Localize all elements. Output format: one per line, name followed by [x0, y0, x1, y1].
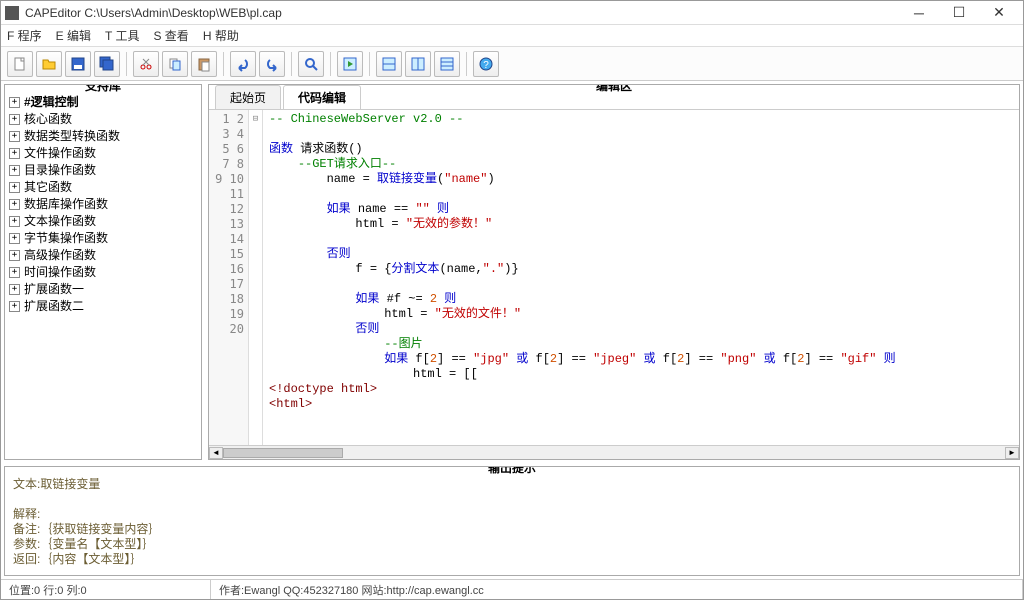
- tab-start[interactable]: 起始页: [215, 85, 281, 109]
- toolbar-separator: [126, 52, 127, 76]
- tree-item[interactable]: + 文本操作函数: [9, 213, 197, 229]
- svg-text:?: ?: [483, 60, 489, 71]
- output-title: 输出提示: [480, 466, 544, 476]
- layout3-button[interactable]: [434, 51, 460, 77]
- menu-help[interactable]: H 帮助: [203, 27, 239, 44]
- expand-icon[interactable]: +: [9, 97, 20, 108]
- expand-icon[interactable]: +: [9, 233, 20, 244]
- tree-item[interactable]: + 其它函数: [9, 179, 197, 195]
- code-text[interactable]: -- ChineseWebServer v2.0 -- 函数 请求函数() --…: [263, 110, 1019, 445]
- toolbar-separator: [291, 52, 292, 76]
- tree-item[interactable]: + 核心函数: [9, 111, 197, 127]
- tree-item-label: 扩展函数二: [24, 298, 84, 314]
- app-icon: [5, 6, 19, 20]
- sidebar-panel: 支持库 + #逻辑控制 + 核心函数 + 数据类型转换函数 + 文件操作函数 + 目录操作函数 + 其…: [4, 84, 202, 460]
- help-button[interactable]: ?: [473, 51, 499, 77]
- editor-title: 编辑区: [588, 84, 640, 94]
- toolbar-separator: [330, 52, 331, 76]
- save-button[interactable]: [65, 51, 91, 77]
- toolbar-separator: [369, 52, 370, 76]
- tree-item-label: 其它函数: [24, 179, 72, 195]
- redo-button[interactable]: [259, 51, 285, 77]
- save-all-button[interactable]: [94, 51, 120, 77]
- layout2-button[interactable]: [405, 51, 431, 77]
- sidebar-title: 支持库: [77, 84, 129, 94]
- menu-file[interactable]: F 程序: [7, 27, 42, 44]
- toolbar-separator: [466, 52, 467, 76]
- tree-item-label: 数据类型转换函数: [24, 128, 120, 144]
- code-area[interactable]: 1 2 3 4 5 6 7 8 9 10 11 12 13 14 15 16 1…: [209, 109, 1019, 445]
- status-position: 位置:0 行:0 列:0: [1, 580, 211, 599]
- tab-code[interactable]: 代码编辑: [283, 85, 361, 109]
- fold-gutter[interactable]: ⊟: [249, 110, 263, 445]
- tree-item[interactable]: + 时间操作函数: [9, 264, 197, 280]
- open-file-button[interactable]: [36, 51, 62, 77]
- cut-button[interactable]: [133, 51, 159, 77]
- layout1-button[interactable]: [376, 51, 402, 77]
- status-author: 作者:Ewangl QQ:452327180 网站:http://cap.ewa…: [211, 580, 1023, 599]
- expand-icon[interactable]: +: [9, 182, 20, 193]
- toolbar-separator: [223, 52, 224, 76]
- expand-icon[interactable]: +: [9, 250, 20, 261]
- library-tree[interactable]: +#逻辑控制+核心函数+数据类型转换函数+文件操作函数+目录操作函数+其它函数+…: [5, 85, 201, 459]
- copy-button[interactable]: [162, 51, 188, 77]
- tree-item-label: 字节集操作函数: [24, 230, 108, 246]
- tree-item-label: 目录操作函数: [24, 162, 96, 178]
- minimize-button[interactable]: ─: [899, 1, 939, 25]
- tree-item-label: 核心函数: [24, 111, 72, 127]
- menu-edit[interactable]: E 编辑: [56, 27, 91, 44]
- window-title: CAPEditor C:\Users\Admin\Desktop\WEB\pl.…: [25, 6, 899, 20]
- titlebar: CAPEditor C:\Users\Admin\Desktop\WEB\pl.…: [1, 1, 1023, 25]
- expand-icon[interactable]: +: [9, 284, 20, 295]
- expand-icon[interactable]: +: [9, 301, 20, 312]
- expand-icon[interactable]: +: [9, 165, 20, 176]
- output-panel: 输出提示 文本:取链接变量 解释:备注:｛获取链接变量内容｝参数:｛变量名【文本…: [4, 466, 1020, 576]
- output-text: 文本:取链接变量 解释:备注:｛获取链接变量内容｝参数:｛变量名【文本型】｝返回…: [5, 473, 1019, 575]
- search-button[interactable]: [298, 51, 324, 77]
- expand-icon[interactable]: +: [9, 267, 20, 278]
- run-button[interactable]: [337, 51, 363, 77]
- close-button[interactable]: ✕: [979, 1, 1019, 25]
- tree-item[interactable]: + 目录操作函数: [9, 162, 197, 178]
- tree-item[interactable]: + 高级操作函数: [9, 247, 197, 263]
- tree-item[interactable]: + #逻辑控制: [9, 94, 197, 110]
- scroll-right-icon[interactable]: ►: [1005, 447, 1019, 459]
- tree-item[interactable]: + 扩展函数二: [9, 298, 197, 314]
- tree-item-label: 高级操作函数: [24, 247, 96, 263]
- expand-icon[interactable]: +: [9, 216, 20, 227]
- scroll-left-icon[interactable]: ◄: [209, 447, 223, 459]
- undo-button[interactable]: [230, 51, 256, 77]
- maximize-button[interactable]: ☐: [939, 1, 979, 25]
- scroll-thumb[interactable]: [223, 448, 343, 458]
- line-gutter: 1 2 3 4 5 6 7 8 9 10 11 12 13 14 15 16 1…: [209, 110, 249, 445]
- menu-tools[interactable]: T 工具: [105, 27, 139, 44]
- toolbar: ?: [1, 47, 1023, 81]
- statusbar: 位置:0 行:0 列:0 作者:Ewangl QQ:452327180 网站:h…: [1, 579, 1023, 599]
- expand-icon[interactable]: +: [9, 199, 20, 210]
- paste-button[interactable]: [191, 51, 217, 77]
- expand-icon[interactable]: +: [9, 148, 20, 159]
- tree-item[interactable]: + 数据库操作函数: [9, 196, 197, 212]
- new-file-button[interactable]: [7, 51, 33, 77]
- tree-item-label: 文件操作函数: [24, 145, 96, 161]
- tree-item-label: 时间操作函数: [24, 264, 96, 280]
- menu-view[interactable]: S 查看: [153, 27, 188, 44]
- expand-icon[interactable]: +: [9, 131, 20, 142]
- tree-item[interactable]: + 字节集操作函数: [9, 230, 197, 246]
- tree-item[interactable]: + 文件操作函数: [9, 145, 197, 161]
- menubar: F 程序 E 编辑 T 工具 S 查看 H 帮助: [1, 25, 1023, 47]
- editor-panel: 编辑区 起始页 代码编辑 1 2 3 4 5 6 7 8 9 10 11 12 …: [208, 84, 1020, 460]
- editor-hscrollbar[interactable]: ◄ ►: [209, 445, 1019, 459]
- tree-item-label: 扩展函数一: [24, 281, 84, 297]
- main-area: 支持库 + #逻辑控制 + 核心函数 + 数据类型转换函数 + 文件操作函数 + 目录操作函数 + 其…: [1, 81, 1023, 463]
- tree-item-label: 数据库操作函数: [24, 196, 108, 212]
- tree-item[interactable]: + 数据类型转换函数: [9, 128, 197, 144]
- tree-item-label: #逻辑控制: [24, 94, 79, 110]
- tree-item[interactable]: + 扩展函数一: [9, 281, 197, 297]
- tree-item-label: 文本操作函数: [24, 213, 96, 229]
- expand-icon[interactable]: +: [9, 114, 20, 125]
